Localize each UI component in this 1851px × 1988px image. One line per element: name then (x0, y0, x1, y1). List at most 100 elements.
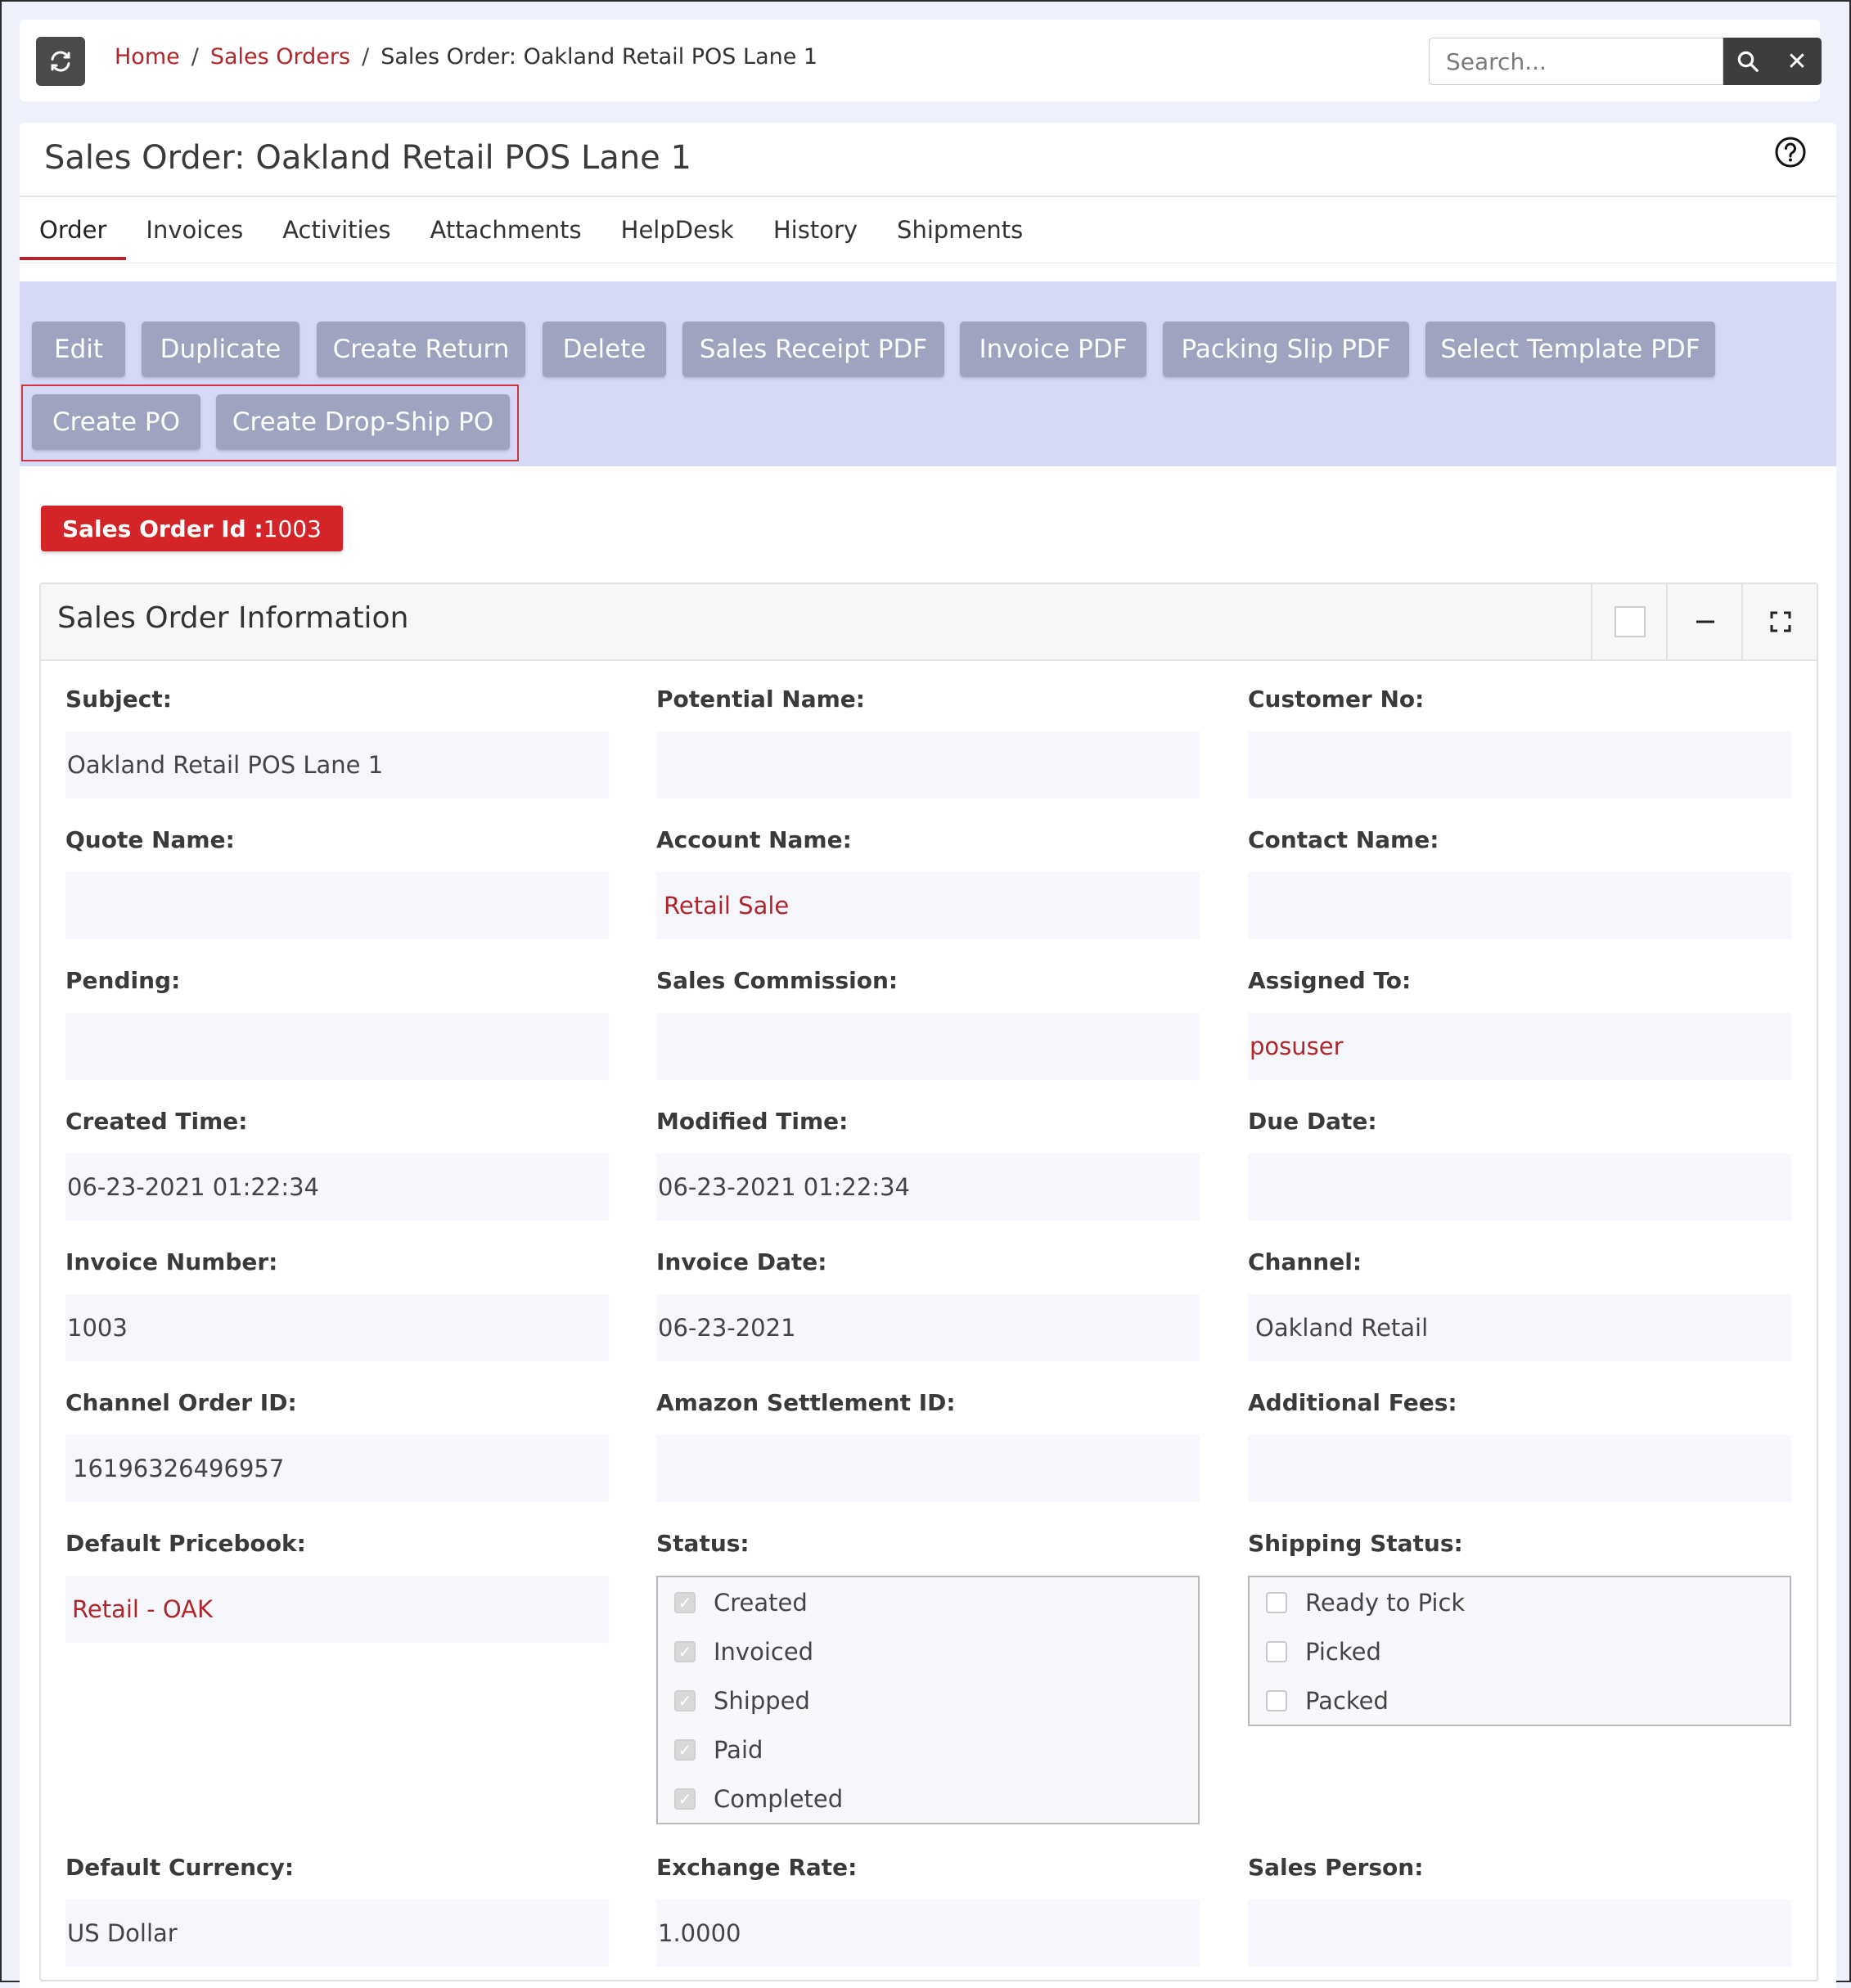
status-option-shipped[interactable]: Shipped (674, 1687, 810, 1715)
invoice-date-value: 06-23-2021 (656, 1294, 1200, 1361)
sales-order-id-badge: Sales Order Id :1003 (41, 506, 343, 551)
shipping-option-label: Ready to Pick (1305, 1589, 1466, 1617)
exchange-rate-value: 1.0000 (656, 1900, 1200, 1967)
status-option-label: Shipped (714, 1687, 810, 1715)
badge-value: 1003 (263, 515, 322, 542)
sales-commission-value (656, 1013, 1200, 1080)
subject-label: Subject: (65, 686, 172, 713)
minimize-icon (1696, 620, 1714, 623)
invoice-number-text: 1003 (67, 1314, 128, 1342)
tab-bar: Order Invoices Activities Attachments He… (20, 209, 1043, 260)
checkbox-icon[interactable] (674, 1592, 696, 1613)
status-option-label: Completed (714, 1785, 844, 1813)
status-option-paid[interactable]: Paid (674, 1736, 763, 1764)
pending-value (65, 1013, 609, 1080)
invoice-pdf-button[interactable]: Invoice PDF (960, 322, 1146, 377)
shipping-option-packed[interactable]: Packed (1266, 1687, 1389, 1715)
potential-name-label: Potential Name: (656, 686, 865, 713)
tab-order[interactable]: Order (20, 209, 127, 260)
quote-name-value (65, 872, 609, 939)
shipping-option-label: Packed (1305, 1687, 1389, 1715)
packing-slip-pdf-button[interactable]: Packing Slip PDF (1163, 322, 1409, 377)
due-date-value (1248, 1154, 1791, 1221)
checkbox-icon[interactable] (1266, 1592, 1287, 1613)
help-icon (1775, 137, 1806, 168)
assigned-to-link[interactable]: posuser (1248, 1032, 1344, 1060)
channel-order-id-value: 16196326496957 (65, 1435, 609, 1502)
created-time-text: 06-23-2021 01:22:34 (67, 1173, 319, 1201)
duplicate-button[interactable]: Duplicate (142, 322, 299, 377)
invoice-date-label: Invoice Date: (656, 1248, 827, 1275)
modified-time-label: Modified Time: (656, 1108, 849, 1135)
breadcrumb-home[interactable]: Home (115, 44, 180, 70)
assigned-to-label: Assigned To: (1248, 967, 1412, 994)
channel-label: Channel: (1248, 1248, 1362, 1275)
breadcrumb-sales-orders[interactable]: Sales Orders (210, 44, 350, 70)
refresh-icon (51, 51, 70, 72)
checkbox-icon[interactable] (674, 1788, 696, 1810)
pending-label: Pending: (65, 967, 181, 994)
due-date-label: Due Date: (1248, 1108, 1377, 1135)
checkbox-icon[interactable] (1266, 1690, 1287, 1711)
status-option-completed[interactable]: Completed (674, 1785, 843, 1813)
tab-invoices[interactable]: Invoices (126, 209, 263, 260)
search-button[interactable] (1723, 38, 1772, 85)
status-option-label: Paid (714, 1736, 763, 1764)
checkbox-icon[interactable] (674, 1690, 696, 1711)
amazon-settlement-id-value (656, 1435, 1200, 1502)
search-icon (1737, 51, 1759, 72)
page-title: Sales Order: Oakland Retail POS Lane 1 (44, 139, 691, 177)
invoice-number-label: Invoice Number: (65, 1248, 278, 1275)
exchange-rate-label: Exchange Rate: (656, 1854, 858, 1881)
tab-history[interactable]: History (754, 209, 877, 260)
clear-search-button[interactable]: ✕ (1772, 38, 1822, 85)
checkbox-icon[interactable] (674, 1641, 696, 1662)
default-currency-label: Default Currency: (65, 1854, 295, 1881)
create-return-button[interactable]: Create Return (317, 322, 525, 377)
customer-no-label: Customer No: (1248, 686, 1425, 713)
tab-shipments[interactable]: Shipments (877, 209, 1043, 260)
shipping-option-ready-to-pick[interactable]: Ready to Pick (1266, 1589, 1465, 1617)
close-icon: ✕ (1786, 47, 1808, 76)
default-currency-value: US Dollar (65, 1900, 609, 1967)
select-template-pdf-button[interactable]: Select Template PDF (1425, 322, 1715, 377)
status-option-created[interactable]: Created (674, 1589, 808, 1617)
invoice-number-value: 1003 (65, 1294, 609, 1361)
tab-helpdesk[interactable]: HelpDesk (601, 209, 754, 260)
card-select-button[interactable] (1591, 584, 1668, 659)
status-option-label: Invoiced (714, 1638, 814, 1666)
checkbox-icon[interactable] (674, 1739, 696, 1761)
assigned-to-value: posuser (1248, 1013, 1791, 1080)
search-input[interactable] (1429, 38, 1723, 85)
exchange-rate-text: 1.0000 (658, 1919, 741, 1947)
refresh-button[interactable] (36, 37, 85, 86)
tab-activities[interactable]: Activities (263, 209, 410, 260)
status-label: Status: (656, 1530, 750, 1557)
title-divider (20, 196, 1836, 197)
created-time-value: 06-23-2021 01:22:34 (65, 1154, 609, 1221)
status-option-invoiced[interactable]: Invoiced (674, 1638, 813, 1666)
invoice-date-text: 06-23-2021 (658, 1314, 796, 1342)
contact-name-value (1248, 872, 1791, 939)
modified-time-text: 06-23-2021 01:22:34 (658, 1173, 910, 1201)
additional-fees-label: Additional Fees: (1248, 1389, 1457, 1416)
card-expand-button[interactable] (1741, 584, 1818, 659)
help-button[interactable] (1774, 136, 1807, 169)
delete-button[interactable]: Delete (543, 322, 666, 377)
account-name-value: Retail Sale (656, 872, 1200, 939)
shipping-status-label: Shipping Status: (1248, 1530, 1463, 1557)
shipping-option-picked[interactable]: Picked (1266, 1638, 1381, 1666)
status-option-label: Created (714, 1589, 808, 1617)
badge-label: Sales Order Id : (62, 515, 263, 542)
card-minimize-button[interactable] (1666, 584, 1743, 659)
breadcrumb-separator: / (362, 44, 370, 70)
account-name-link[interactable]: Retail Sale (656, 892, 789, 920)
default-pricebook-value: Retail - OAK (65, 1576, 609, 1643)
edit-button[interactable]: Edit (32, 322, 125, 377)
sales-receipt-pdf-button[interactable]: Sales Receipt PDF (682, 322, 944, 377)
subject-value: Oakland Retail POS Lane 1 (65, 731, 609, 798)
tab-attachments[interactable]: Attachments (411, 209, 601, 260)
checkbox-icon[interactable] (1266, 1641, 1287, 1662)
default-currency-text: US Dollar (67, 1919, 178, 1947)
default-pricebook-link[interactable]: Retail - OAK (65, 1595, 213, 1623)
